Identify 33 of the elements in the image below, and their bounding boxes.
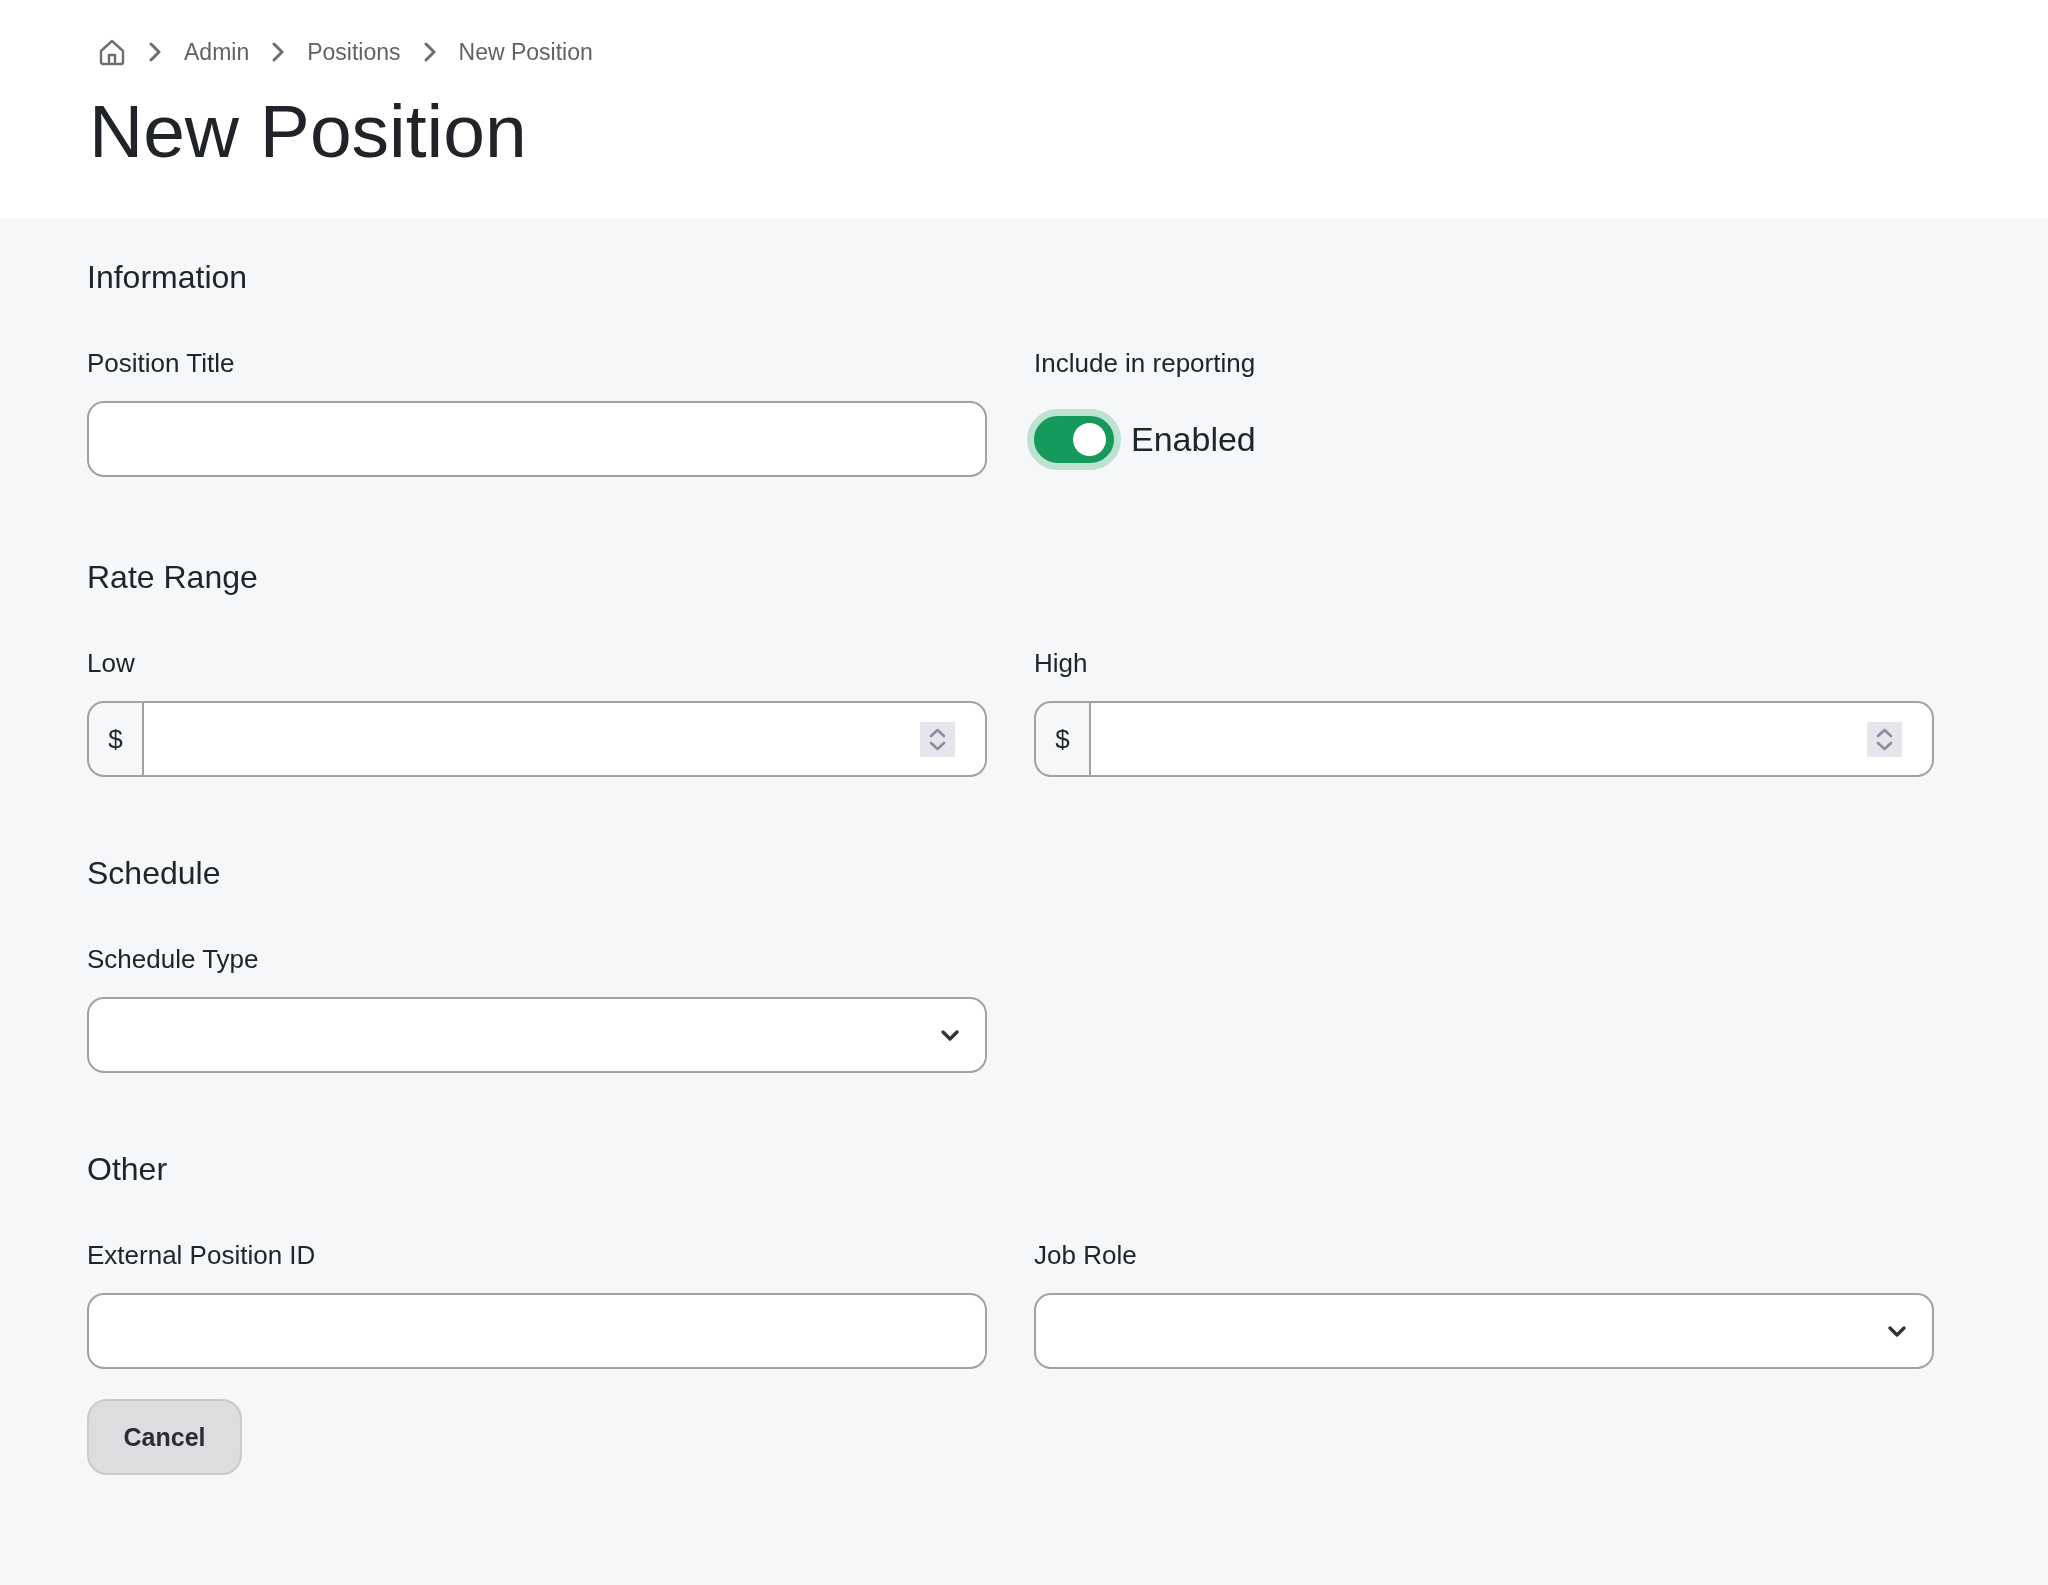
currency-prefix: $ [87,701,144,777]
chevron-down-icon [1887,1324,1907,1338]
section-heading: Information [87,258,248,297]
field-label: Schedule Type [87,943,259,975]
cancel-button[interactable]: Cancel [87,1399,242,1475]
chevron-down-icon [940,1028,960,1042]
section-heading: Rate Range [87,558,258,597]
field-label: High [1034,647,1088,679]
input-field[interactable] [87,1293,987,1369]
breadcrumb-link[interactable]: Positions [307,38,401,66]
chevron-right-icon [422,42,437,62]
up-down-chevron-icon[interactable] [1867,721,1902,757]
currency-prefix: $ [1034,701,1091,777]
field-label: Include in reporting [1034,347,1256,379]
chevron-right-icon [148,42,162,62]
chevron-right-icon [271,42,286,62]
page-title: New Position [89,88,527,174]
select-field[interactable] [87,997,987,1073]
section-heading: Schedule [87,854,221,893]
breadcrumb-current: New Position [458,38,593,66]
field-label: Low [87,647,135,679]
toggle-state-label: Enabled [1131,419,1256,459]
number-input-field[interactable] [1091,701,1934,777]
home-icon[interactable] [98,38,126,66]
input-field[interactable] [87,401,987,477]
field-label: External Position ID [87,1239,316,1271]
breadcrumb-link[interactable]: Admin [184,38,250,66]
field-label: Job Role [1034,1239,1137,1271]
select-field[interactable] [1034,1293,1934,1369]
up-down-chevron-icon[interactable] [920,721,955,757]
section-heading: Other [87,1150,168,1189]
number-input-field[interactable] [144,701,987,777]
field-label: Position Title [87,347,235,379]
